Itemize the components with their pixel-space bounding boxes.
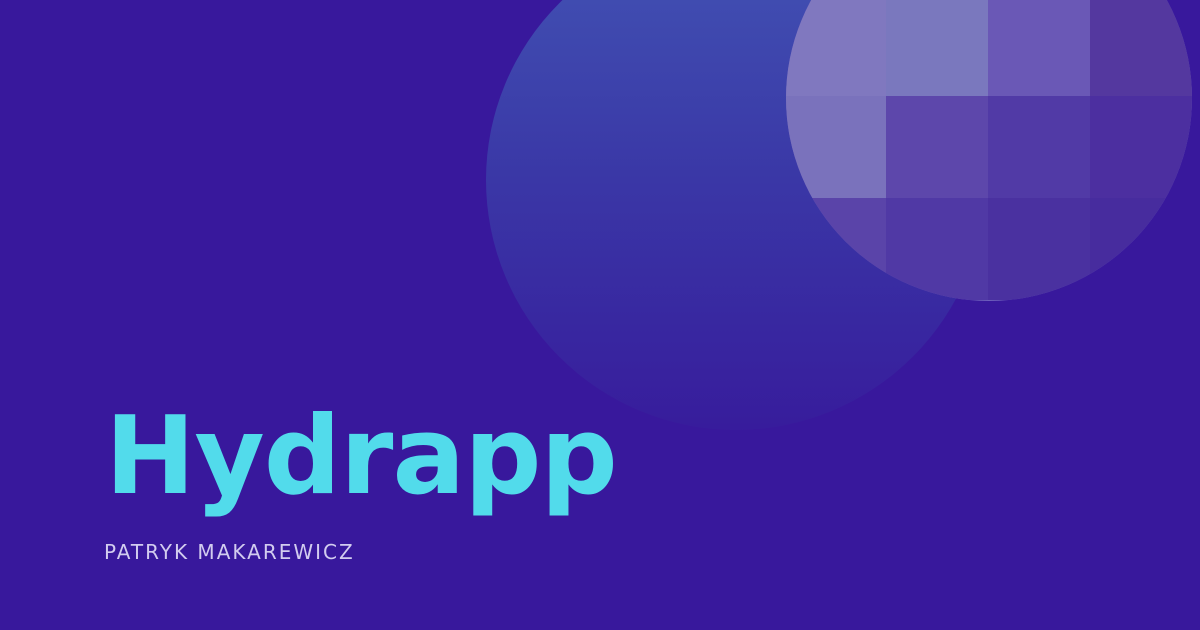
page-title: Hydrapp [105, 394, 618, 519]
decorative-tile [1090, 0, 1192, 96]
decorative-tile [988, 0, 1090, 96]
decorative-tile [786, 0, 886, 96]
social-card: Hydrapp PATRYK MAKAREWICZ [0, 0, 1200, 630]
decorative-tile [786, 96, 886, 198]
decorative-tile [886, 0, 988, 96]
decorative-tile [886, 198, 988, 300]
decorative-tile [886, 96, 988, 198]
decorative-tiled-circle [786, 0, 1192, 301]
decorative-tile [988, 198, 1090, 300]
decorative-tile [786, 198, 886, 300]
decorative-tile [1090, 198, 1192, 300]
author-name: PATRYK MAKAREWICZ [104, 540, 355, 564]
decorative-tile [1090, 96, 1192, 198]
decorative-tile [988, 96, 1090, 198]
